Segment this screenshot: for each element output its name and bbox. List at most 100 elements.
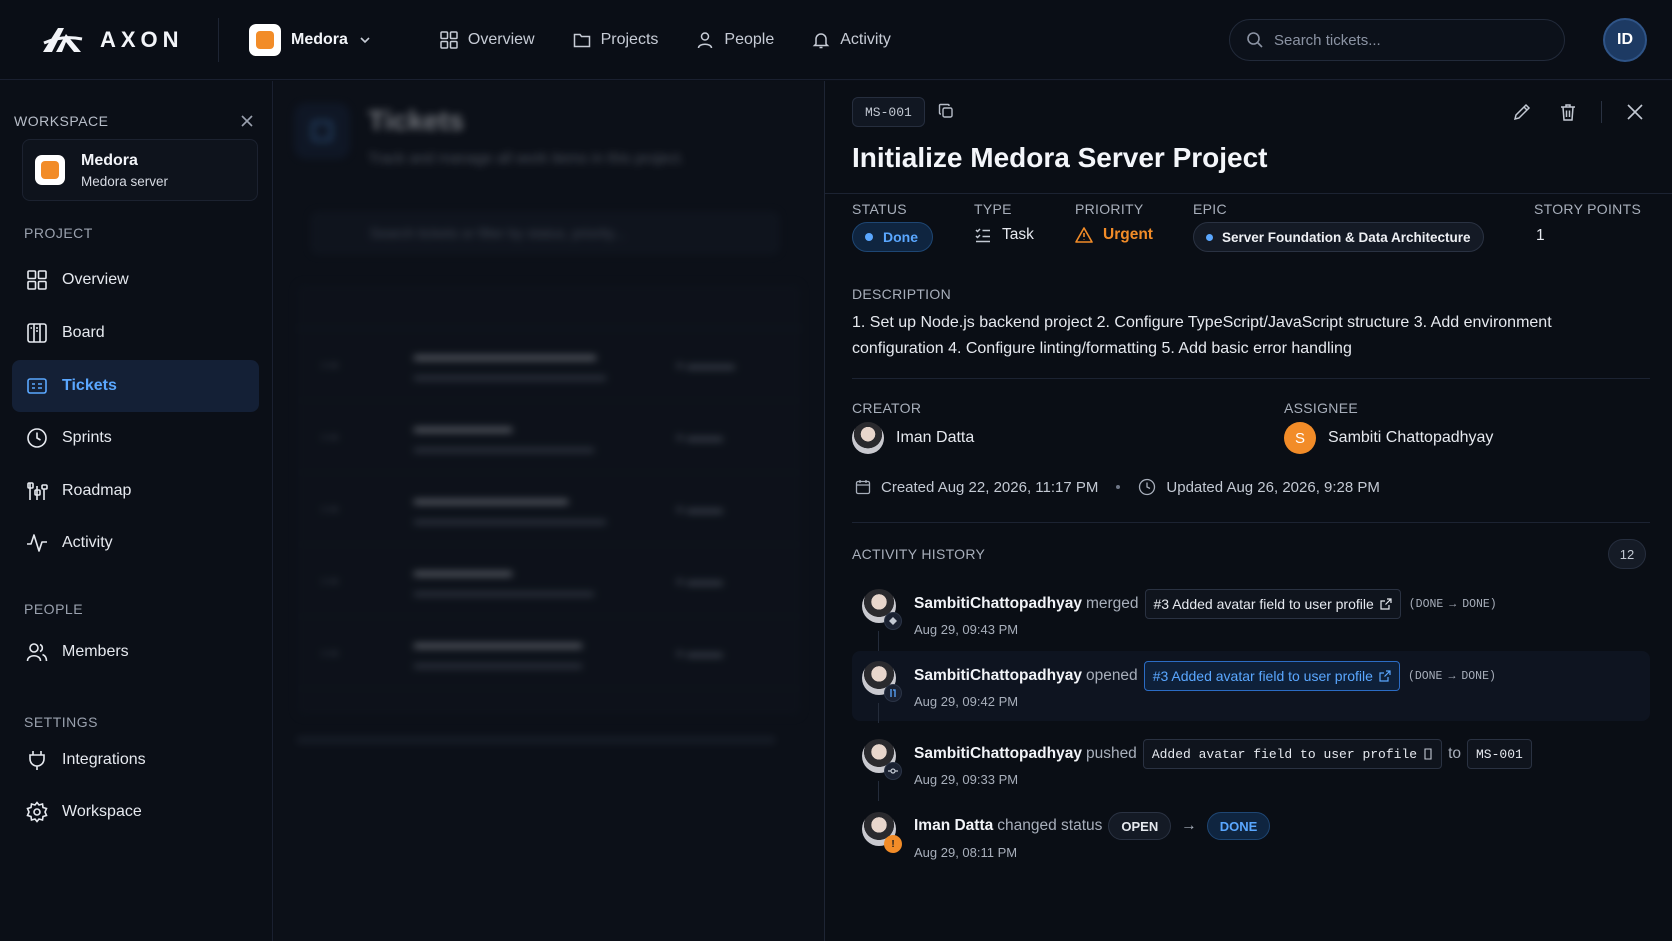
nav-projects[interactable]: Projects — [573, 31, 658, 49]
merge-icon — [884, 612, 902, 630]
sidebar-item-workspace[interactable]: Workspace — [12, 786, 259, 838]
commit-message[interactable]: Added avatar field to user profile — [1142, 739, 1443, 769]
sidebar-item-tickets[interactable]: Tickets — [12, 360, 259, 412]
pr-link[interactable]: #3 Added avatar field to user profile — [1143, 661, 1400, 691]
roadmap-icon — [27, 482, 48, 500]
divider — [825, 193, 1672, 194]
user-icon — [698, 31, 713, 48]
brand-name: AXON — [100, 26, 184, 52]
tickets-search: Search tickets or filter by status, prio… — [310, 211, 780, 255]
sidebar-item-sprints[interactable]: Sprints — [12, 412, 259, 464]
timestamps: Created Aug 22, 2026, 11:17 PM Updated A… — [855, 478, 1380, 496]
activity-item: SambitiChattopadhyay pushed Added avatar… — [852, 729, 1650, 801]
priority-label: PRIORITY — [1075, 201, 1144, 217]
divider — [852, 378, 1650, 379]
action-verb: opened — [1085, 667, 1138, 684]
top-nav: Overview Projects People Activity — [440, 31, 929, 49]
table-row: ▪ ▪▪ ▬▬▬▬▬▬▬ ▬▬▬▬▬▬▬▬▬▬▬▬▬▬▬ ● ▬▬▬ — [296, 401, 802, 473]
workspace-title: Medora — [81, 151, 138, 169]
workspace-card[interactable]: Medora Medora server — [22, 139, 258, 201]
commit-icon — [884, 762, 902, 780]
sidebar-item-integrations[interactable]: Integrations — [12, 734, 259, 786]
calendar-icon — [855, 480, 871, 495]
type-text: Task — [1002, 226, 1034, 243]
nav-activity[interactable]: Activity — [812, 31, 891, 49]
assignee-label: ASSIGNEE — [1284, 400, 1358, 416]
workspace-switcher[interactable]: Medora — [249, 23, 372, 56]
brand[interactable]: AXON — [40, 25, 214, 55]
from-status: (DONE — [1407, 669, 1443, 683]
status-value: Done — [883, 229, 918, 245]
ticket-detail-panel: MS-001 Initialize Medora Server Project … — [824, 81, 1672, 941]
ticket-ref[interactable]: MS-001 — [1467, 739, 1532, 769]
nav-overview[interactable]: Overview — [440, 31, 535, 49]
pr-link-label: #3 Added avatar field to user profile — [1152, 668, 1373, 684]
divider — [218, 17, 219, 62]
horizontal-scrollbar — [296, 736, 776, 744]
arrow-right-icon: → — [1181, 817, 1197, 834]
search-input[interactable] — [1274, 31, 1534, 49]
close-panel-button[interactable] — [1622, 99, 1648, 125]
ticket-icon — [27, 378, 47, 394]
close-icon[interactable] — [240, 114, 254, 128]
actor-name: SambitiChattopadhyay — [914, 595, 1082, 612]
nav-people[interactable]: People — [696, 31, 774, 49]
search-box[interactable] — [1229, 19, 1565, 61]
pull-request-icon — [884, 684, 902, 702]
action-verb: merged — [1085, 595, 1139, 612]
workspace-logo — [249, 23, 281, 56]
sidebar-item-activity[interactable]: Activity — [12, 517, 259, 569]
folder-icon — [573, 33, 590, 47]
sidebar-item-board[interactable]: Board — [12, 307, 259, 359]
assignee[interactable]: S Sambiti Chattopadhyay — [1284, 422, 1493, 454]
workspace-name: Medora — [291, 30, 348, 48]
avatar — [852, 422, 884, 454]
connector-word: to — [1448, 745, 1461, 762]
status-badge[interactable]: Done — [852, 222, 933, 252]
sidebar-item-roadmap[interactable]: Roadmap — [12, 465, 259, 517]
type-value: Task — [974, 226, 1034, 244]
creator-label: CREATOR — [852, 400, 922, 416]
table-row: ▪ ▪▪ ▬▬▬▬▬▬▬ ▬▬▬▬▬▬▬▬▬▬▬▬▬▬▬ ● ▬▬▬ — [296, 545, 802, 617]
delete-button[interactable] — [1555, 99, 1581, 125]
tickets-subtitle: Track and manage all work items in this … — [368, 150, 685, 167]
creator-name: Iman Datta — [896, 429, 975, 446]
epic-value: Server Foundation & Data Architecture — [1222, 229, 1471, 245]
status-transition: (DONE → DONE) — [1407, 669, 1496, 683]
external-link-icon — [1380, 598, 1392, 610]
sidebar-item-label: Members — [62, 643, 129, 660]
warning-icon — [1075, 227, 1093, 243]
pr-link[interactable]: #3 Added avatar field to user profile — [1144, 589, 1401, 619]
ticket-id-badge: MS-001 — [852, 97, 925, 127]
ticket-title: Initialize Medora Server Project — [852, 142, 1268, 173]
to-status: DONE) — [1462, 597, 1497, 611]
from-status: (DONE — [1408, 597, 1444, 611]
activity-item: SambitiChattopadhyay merged #3 Added ava… — [852, 579, 1650, 651]
grid-icon — [440, 30, 458, 49]
actor-name: SambitiChattopadhyay — [914, 667, 1082, 684]
pencil-icon — [1513, 103, 1531, 121]
tickets-list-background: Tickets Track and manage all work items … — [274, 81, 824, 941]
timeline-line — [878, 703, 879, 723]
divider — [852, 522, 1650, 523]
tickets-title: Tickets — [368, 105, 464, 136]
task-list-icon — [975, 228, 990, 243]
sidebar-item-label: Activity — [62, 534, 113, 551]
tickets-icon — [294, 103, 350, 159]
copy-icon[interactable] — [938, 103, 954, 119]
status-label: STATUS — [852, 201, 907, 217]
timeline-line — [878, 631, 879, 651]
nav-label: Activity — [840, 30, 891, 48]
edit-button[interactable] — [1509, 99, 1535, 125]
axon-logo-icon — [43, 27, 83, 52]
sidebar-item-members[interactable]: Members — [12, 626, 259, 678]
workspace-subtitle: Medora server — [81, 173, 169, 189]
divider — [1601, 101, 1602, 123]
story-points-value: 1 — [1536, 227, 1545, 244]
sidebar-item-overview[interactable]: Overview — [12, 254, 259, 306]
epic-badge[interactable]: Server Foundation & Data Architecture — [1193, 222, 1484, 252]
type-label: TYPE — [974, 201, 1012, 217]
user-avatar[interactable]: ID — [1603, 18, 1647, 62]
board-icon — [27, 323, 47, 343]
description-label: DESCRIPTION — [852, 286, 951, 302]
